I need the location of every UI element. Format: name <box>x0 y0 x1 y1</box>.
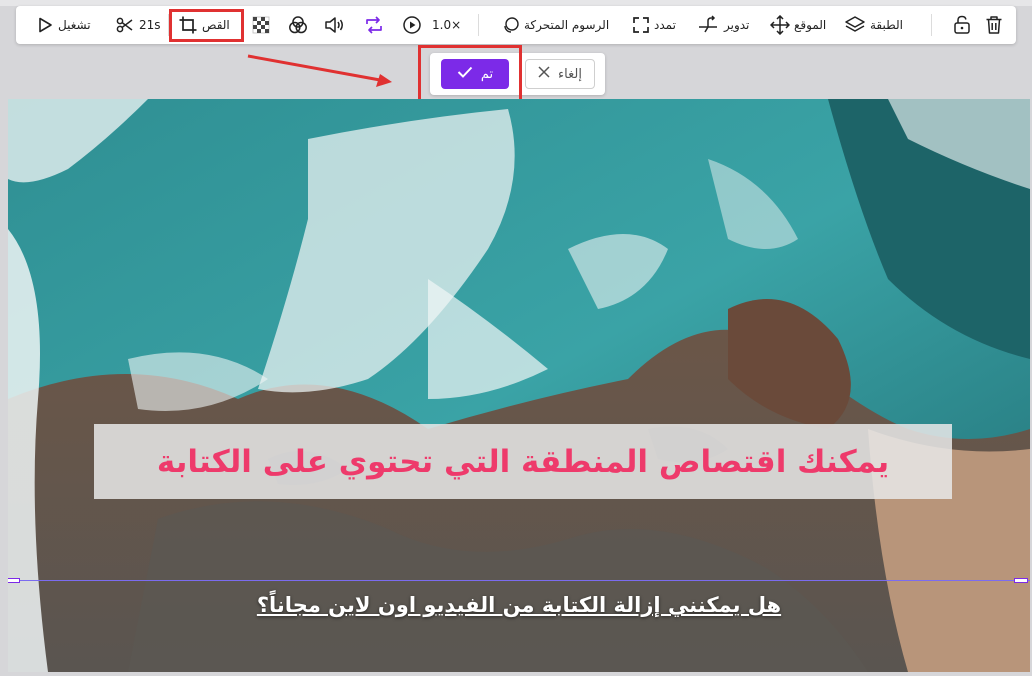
move-icon <box>770 15 790 35</box>
alignment-guide <box>8 580 1030 581</box>
delete-button[interactable] <box>985 6 1003 44</box>
speed-button[interactable]: 1.0× <box>402 6 461 44</box>
rotate-button[interactable]: تدوير <box>696 6 749 44</box>
annotation-arrow <box>247 54 392 87</box>
speed-label: 1.0× <box>432 18 462 32</box>
transparency-button[interactable] <box>252 6 270 44</box>
resize-handle-right[interactable] <box>1014 578 1028 583</box>
unlock-icon <box>953 15 971 35</box>
layers-icon <box>844 15 866 35</box>
layer-button[interactable]: الطبقة <box>844 6 903 44</box>
position-button[interactable]: الموقع <box>770 6 826 44</box>
loop-icon <box>364 15 384 35</box>
done-highlight-box <box>418 45 522 106</box>
expand-icon <box>632 16 650 34</box>
filters-icon <box>288 15 308 35</box>
animations-label: الرسوم المتحركة <box>524 18 610 32</box>
cancel-button[interactable]: إلغاء <box>525 59 595 89</box>
lock-button[interactable] <box>953 6 971 44</box>
rotate-icon <box>696 15 720 35</box>
checkerboard-icon <box>252 16 270 34</box>
stretch-button[interactable]: تمدد <box>632 6 676 44</box>
scissors-icon <box>115 15 135 35</box>
volume-icon <box>324 15 346 35</box>
split-button[interactable]: 21s <box>115 6 161 44</box>
play-label: تشغيل <box>58 18 91 32</box>
crop-highlight-box <box>169 9 244 42</box>
subtitle-text: هل يمكنني إزالة الكتابة من الفيديو اون ل… <box>256 593 782 617</box>
position-label: الموقع <box>794 18 827 32</box>
caption-text: يمكنك اقتصاص المنطقة التي تحتوي على الكت… <box>156 443 890 480</box>
resize-handle-left[interactable] <box>8 578 20 583</box>
editor-toolbar: تشغيل 21s القص 1.0× الرسوم المتحركة تمدد… <box>16 6 1016 44</box>
cancel-label: إلغاء <box>558 66 582 82</box>
trash-icon <box>985 15 1003 35</box>
loop-button[interactable] <box>364 6 384 44</box>
ocean-aerial-image <box>8 99 1030 672</box>
animation-icon <box>502 16 520 34</box>
stretch-label: تمدد <box>654 18 676 32</box>
video-canvas[interactable]: يمكنك اقتصاص المنطقة التي تحتوي على الكت… <box>8 99 1030 672</box>
duration-label: 21s <box>139 18 161 32</box>
rotate-label: تدوير <box>724 18 750 32</box>
speed-play-icon <box>402 15 422 35</box>
animations-button[interactable]: الرسوم المتحركة <box>502 6 609 44</box>
volume-button[interactable] <box>324 6 346 44</box>
filters-button[interactable] <box>288 6 308 44</box>
layer-label: الطبقة <box>870 18 903 32</box>
caption-box[interactable]: يمكنك اقتصاص المنطقة التي تحتوي على الكت… <box>94 424 952 499</box>
separator <box>478 14 479 36</box>
close-icon <box>538 66 550 82</box>
play-icon <box>36 16 54 34</box>
play-button[interactable]: تشغيل <box>36 6 91 44</box>
separator <box>931 14 932 36</box>
